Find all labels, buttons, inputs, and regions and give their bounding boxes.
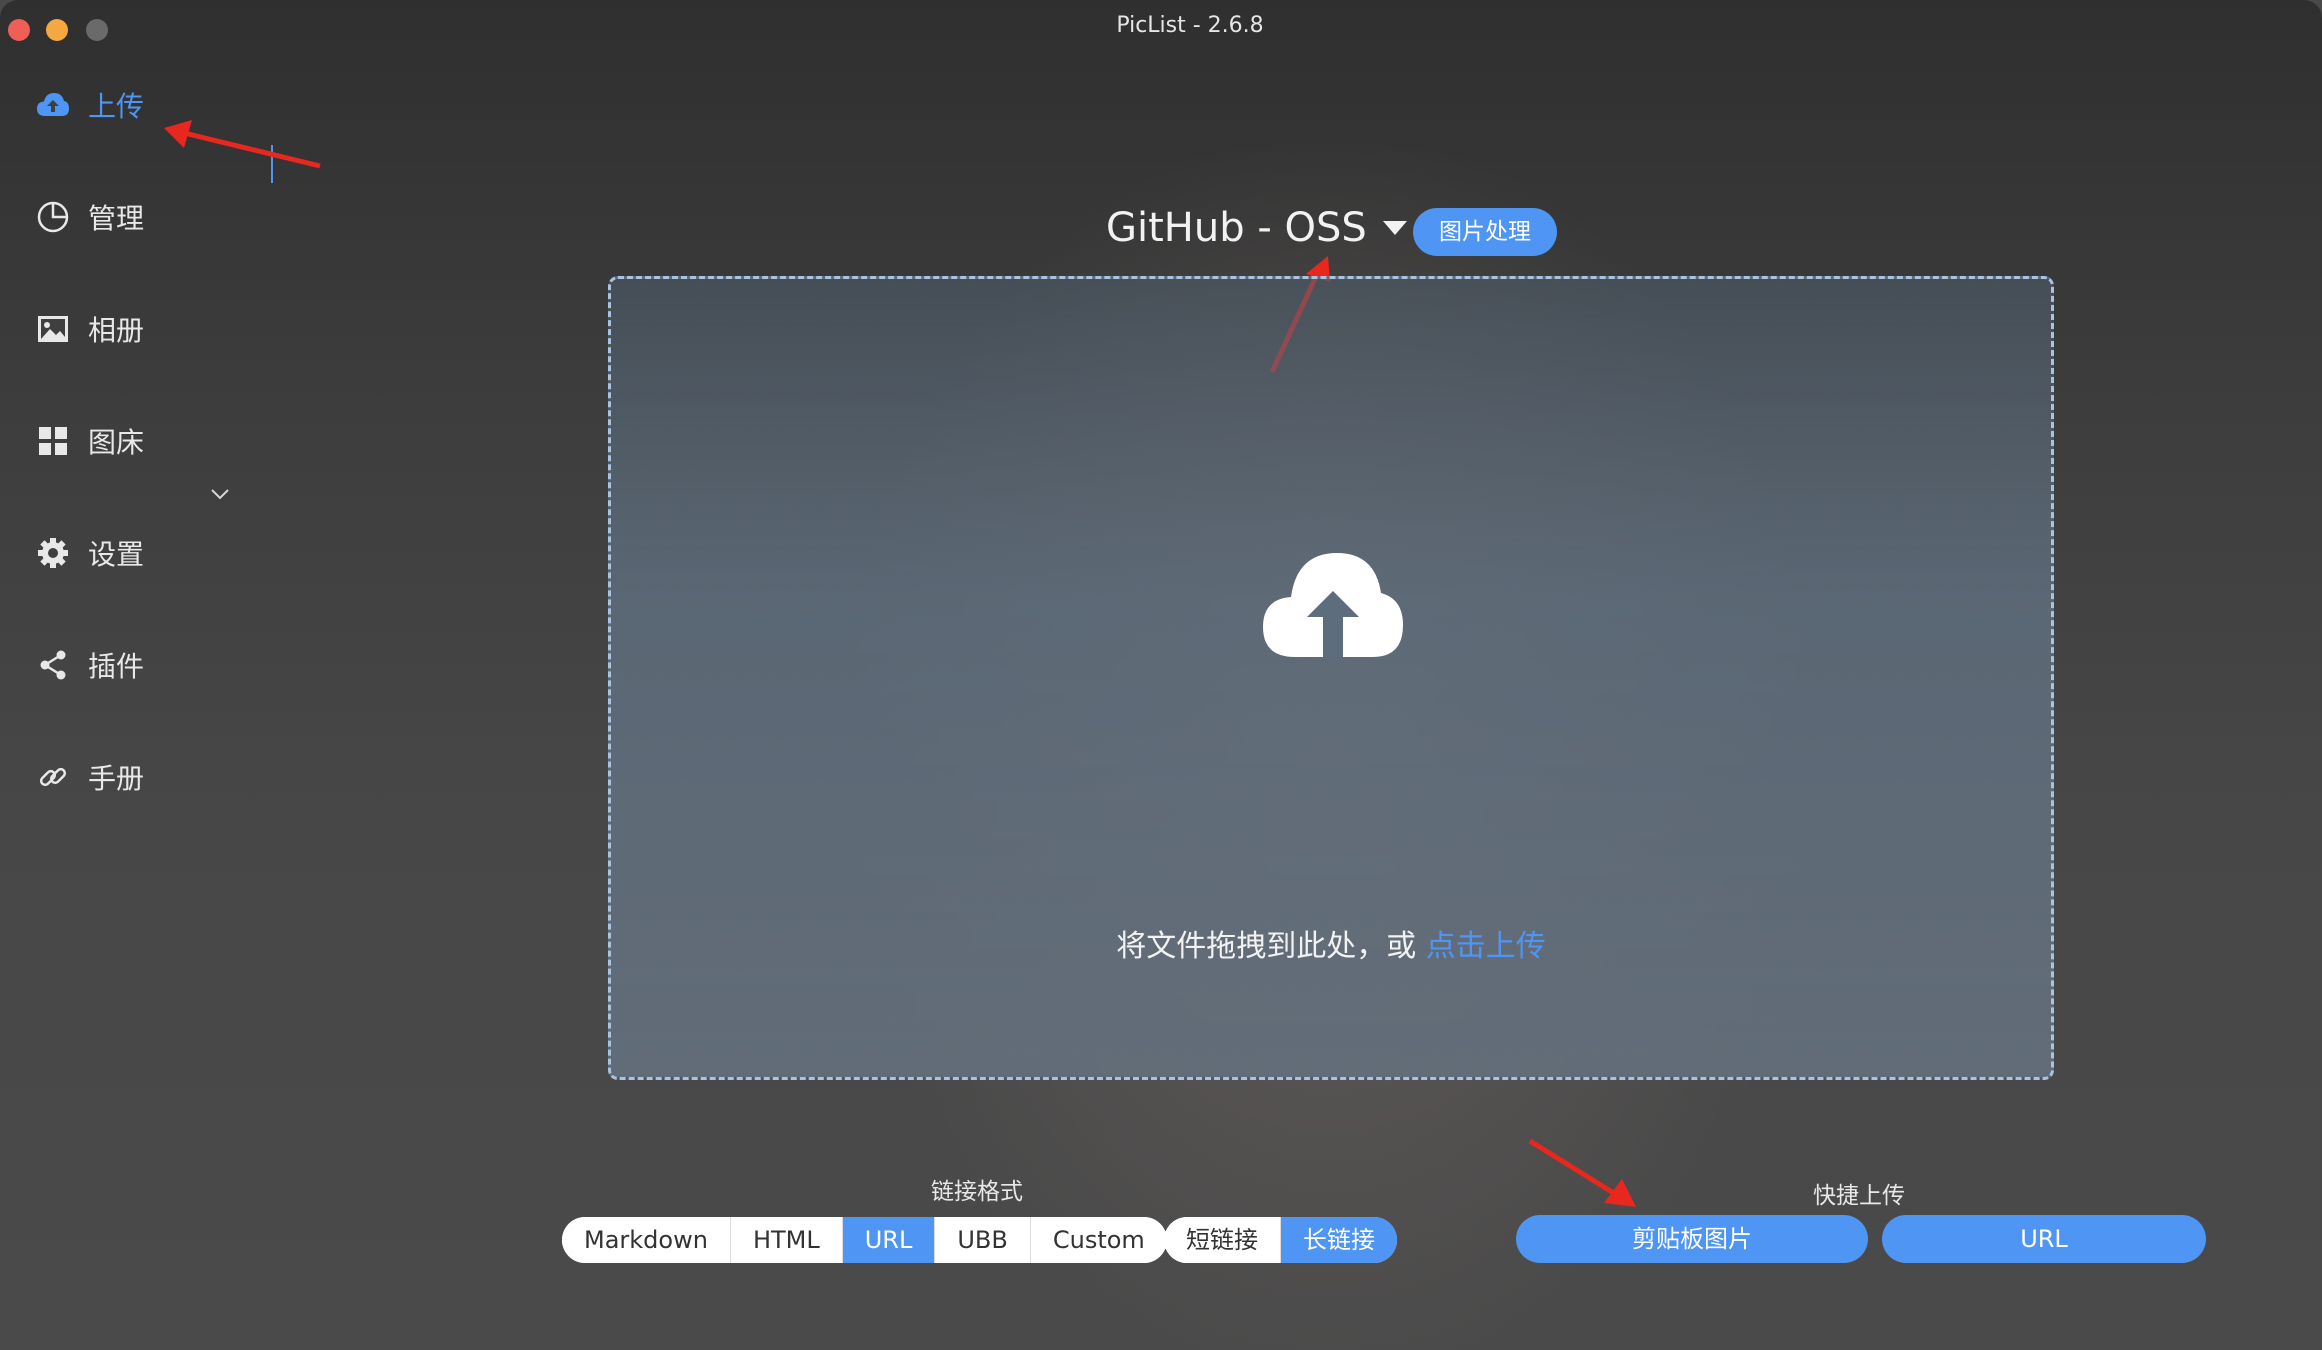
upload-dropzone[interactable]: 将文件拖拽到此处，或 点击上传 <box>608 276 2054 1080</box>
sidebar: 上传 管理 相册 图床 设置 插件 手册 <box>0 60 300 1350</box>
sidebar-item-label: 图床 <box>88 426 145 459</box>
gear-icon <box>36 536 70 570</box>
sidebar-item-label: 设置 <box>88 538 145 571</box>
sidebar-item-label: 插件 <box>88 650 145 683</box>
format-option-url[interactable]: URL <box>842 1217 936 1263</box>
format-option-custom[interactable]: Custom <box>1030 1217 1167 1263</box>
pie-chart-icon <box>36 200 70 234</box>
sidebar-item-album[interactable]: 相册 <box>36 304 144 354</box>
sidebar-item-upload[interactable]: 上传 <box>36 80 144 130</box>
grid-icon <box>36 424 70 458</box>
title-bar: PicList - 2.6.8 <box>0 0 2322 60</box>
cloud-upload-icon <box>1261 549 1405 665</box>
format-option-markdown[interactable]: Markdown <box>562 1217 731 1263</box>
picbed-label: GitHub - OSS <box>1106 205 1367 251</box>
link-format-label: 链接格式 <box>931 1179 1023 1205</box>
sidebar-item-label: 手册 <box>88 762 145 795</box>
format-option-ubb[interactable]: UBB <box>935 1217 1031 1263</box>
sidebar-item-plugins[interactable]: 插件 <box>36 640 144 690</box>
url-upload-button[interactable]: URL <box>1882 1215 2206 1263</box>
quick-upload-label: 快捷上传 <box>1813 1183 1905 1209</box>
link-format-segmented: Markdown HTML URL UBB Custom <box>562 1217 1167 1263</box>
app-window: PicList - 2.6.8 上传 管理 相册 图床 设置 插件 手册 Git… <box>0 0 2322 1350</box>
window-title: PicList - 2.6.8 <box>1116 13 1264 38</box>
chevron-down-icon[interactable] <box>210 485 230 504</box>
click-upload-link[interactable]: 点击上传 <box>1426 929 1546 964</box>
short-link-option[interactable]: 短链接 <box>1164 1217 1281 1263</box>
sidebar-item-label: 相册 <box>88 314 145 347</box>
format-option-html[interactable]: HTML <box>730 1217 843 1263</box>
sidebar-item-manual[interactable]: 手册 <box>36 752 144 802</box>
image-process-button[interactable]: 图片处理 <box>1413 208 1557 256</box>
dropzone-hint: 将文件拖拽到此处，或 点击上传 <box>611 921 2051 965</box>
cloud-upload-icon <box>36 88 70 122</box>
drop-instruction: 将文件拖拽到此处，或 <box>1116 929 1426 964</box>
sidebar-item-manage[interactable]: 管理 <box>36 192 144 242</box>
link-length-segmented: 短链接 长链接 <box>1164 1217 1397 1263</box>
sidebar-item-label: 管理 <box>88 202 145 235</box>
picbed-selector[interactable]: GitHub - OSS <box>1106 205 1407 251</box>
annotation-arrow-upload <box>164 120 321 169</box>
sidebar-item-label: 上传 <box>88 90 145 123</box>
sidebar-item-settings[interactable]: 设置 <box>36 528 144 578</box>
sidebar-item-picbed[interactable]: 图床 <box>36 416 144 466</box>
link-icon <box>36 760 70 794</box>
clipboard-upload-button[interactable]: 剪贴板图片 <box>1516 1215 1868 1263</box>
annotation-arrow-clipboard <box>1528 1138 1636 1207</box>
caret-down-icon <box>1382 221 1407 235</box>
long-link-option[interactable]: 长链接 <box>1281 1217 1397 1263</box>
picture-icon <box>36 312 70 346</box>
share-icon <box>36 648 70 682</box>
